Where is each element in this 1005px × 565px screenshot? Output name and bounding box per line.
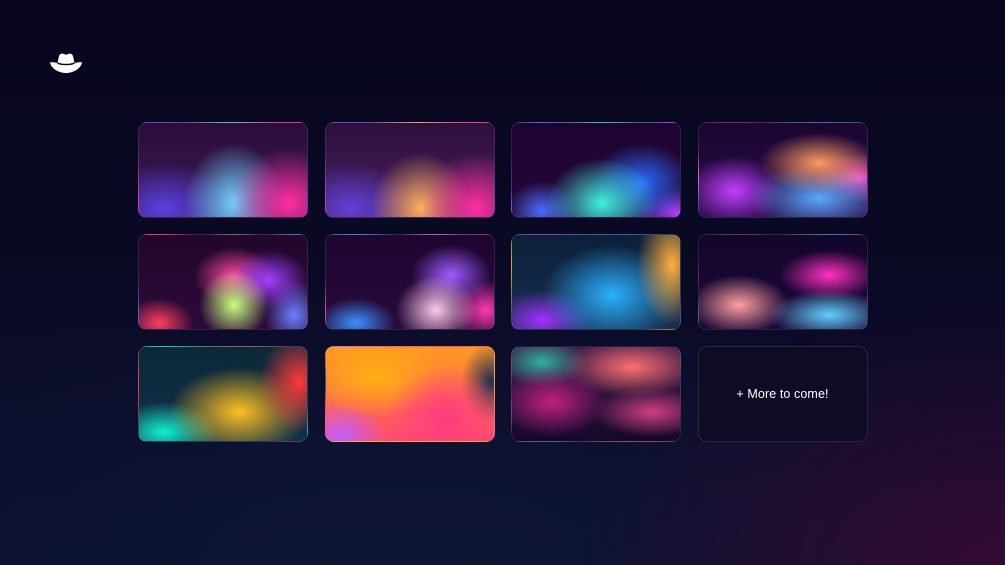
gradient-tile-7[interactable] <box>511 234 681 330</box>
more-to-come-label: + More to come! <box>736 387 829 401</box>
gradient-tile-1[interactable] <box>138 122 308 218</box>
gradient-tile-2[interactable] <box>324 122 495 218</box>
gradient-tile-11[interactable] <box>511 346 681 442</box>
gradient-tile-5[interactable] <box>138 234 308 330</box>
more-to-come-card: + More to come! <box>697 346 868 442</box>
gradient-gallery: + More to come! <box>138 122 868 442</box>
gradient-tile-8[interactable] <box>697 234 868 330</box>
gradient-tile-6[interactable] <box>324 234 495 330</box>
gradient-tile-3[interactable] <box>511 122 681 218</box>
gradient-tile-10[interactable] <box>324 346 495 442</box>
gradient-tile-4[interactable] <box>697 122 868 218</box>
cowboy-hat-icon <box>50 53 82 73</box>
gradient-tile-9[interactable] <box>138 346 308 442</box>
